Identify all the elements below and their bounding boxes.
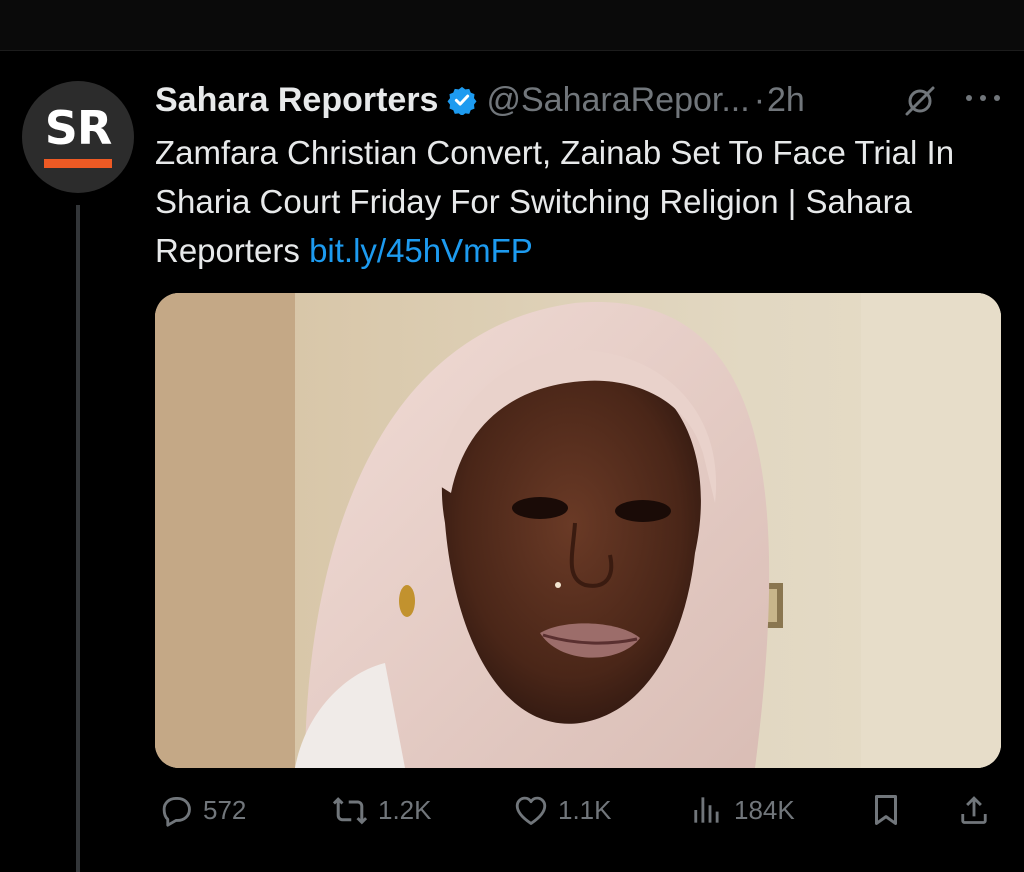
separator-dot: · — [753, 80, 766, 119]
tweet-link[interactable]: bit.ly/45hVmFP — [309, 232, 533, 269]
avatar-text: SR — [44, 101, 113, 155]
share-button[interactable] — [955, 782, 1001, 838]
like-icon — [515, 796, 547, 825]
verified-badge-icon — [447, 86, 477, 115]
repost-button[interactable]: 1.2K — [330, 782, 432, 838]
views-button[interactable]: 184K — [688, 782, 795, 838]
view-count: 184K — [734, 794, 795, 825]
handle[interactable]: @SaharaRepor... — [486, 81, 749, 120]
views-icon — [694, 797, 719, 823]
top-bar — [0, 0, 1024, 51]
share-icon — [961, 796, 987, 824]
reply-count: 572 — [203, 794, 247, 825]
tweet-media[interactable] — [155, 293, 1001, 768]
tweet-body: Zamfara Christian Convert, Zainab Set To… — [155, 134, 955, 269]
avatar-underline — [44, 159, 112, 168]
thread-line — [76, 205, 80, 872]
tweet-header: Sahara Reporters @SaharaRepor... · 2h — [155, 76, 1005, 124]
bookmark-button[interactable] — [867, 782, 913, 838]
timestamp[interactable]: 2h — [767, 81, 805, 120]
media-photo — [155, 293, 1001, 768]
repost-count: 1.2K — [378, 794, 432, 825]
action-bar: 572 1.2K 1.1K 184K — [155, 782, 1005, 838]
bookmark-icon — [874, 795, 898, 825]
avatar[interactable]: SR — [22, 81, 134, 193]
like-count: 1.1K — [558, 794, 612, 825]
more-icon[interactable] — [963, 88, 1003, 108]
display-name[interactable]: Sahara Reporters — [155, 81, 438, 120]
grok-icon[interactable] — [903, 84, 937, 118]
reply-button[interactable]: 572 — [157, 782, 246, 838]
like-button[interactable]: 1.1K — [512, 782, 612, 838]
repost-icon — [332, 797, 368, 825]
tweet-text: Zamfara Christian Convert, Zainab Set To… — [155, 128, 1010, 275]
reply-icon — [162, 797, 191, 827]
